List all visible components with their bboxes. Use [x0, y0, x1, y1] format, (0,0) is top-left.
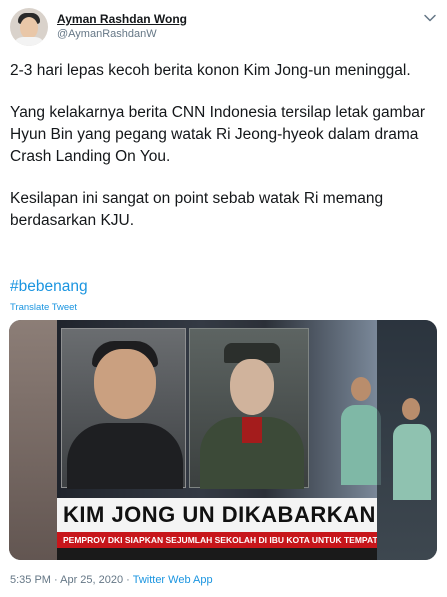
chevron-down-icon[interactable] [423, 11, 437, 25]
news-photo-right [189, 328, 309, 489]
hashtag-link[interactable]: #bebenang [10, 278, 88, 296]
tweet-paragraph: Yang kelakarnya berita CNN Indonesia ter… [10, 104, 425, 165]
news-lower-bar [57, 548, 377, 560]
user-handle[interactable]: @AymanRashdanW [57, 28, 157, 40]
avatar[interactable] [10, 8, 48, 46]
news-photo-left [61, 328, 186, 489]
news-ticker: PEMPROV DKI SIAPKAN SEJUMLAH SEKOLAH DI … [57, 532, 377, 548]
tweet-paragraph: Kesilapan ini sangat on point sebab wata… [10, 190, 384, 229]
news-headline: KIM JONG UN DIKABARKAN KRITI [57, 498, 377, 532]
tweet-image[interactable]: KIM JONG UN DIKABARKAN KRITI PEMPROV DKI… [9, 320, 437, 560]
tweet: Ayman Rashdan Wong @AymanRashdanW 2-3 ha… [0, 0, 447, 597]
user-name[interactable]: Ayman Rashdan Wong [57, 12, 187, 26]
translate-tweet-link[interactable]: Translate Tweet [10, 302, 77, 313]
tweet-paragraph: 2-3 hari lepas kecoh berita konon Kim Jo… [10, 62, 411, 79]
timestamp-text[interactable]: 5:35 PM · Apr 25, 2020 · [10, 574, 133, 586]
news-anchor-reflection [391, 390, 433, 500]
image-side-left [9, 320, 61, 560]
tweet-text: 2-3 hari lepas kecoh berita konon Kim Jo… [10, 60, 440, 252]
tweet-timestamp: 5:35 PM · Apr 25, 2020 · Twitter Web App [10, 574, 213, 586]
source-app-link[interactable]: Twitter Web App [133, 574, 213, 586]
